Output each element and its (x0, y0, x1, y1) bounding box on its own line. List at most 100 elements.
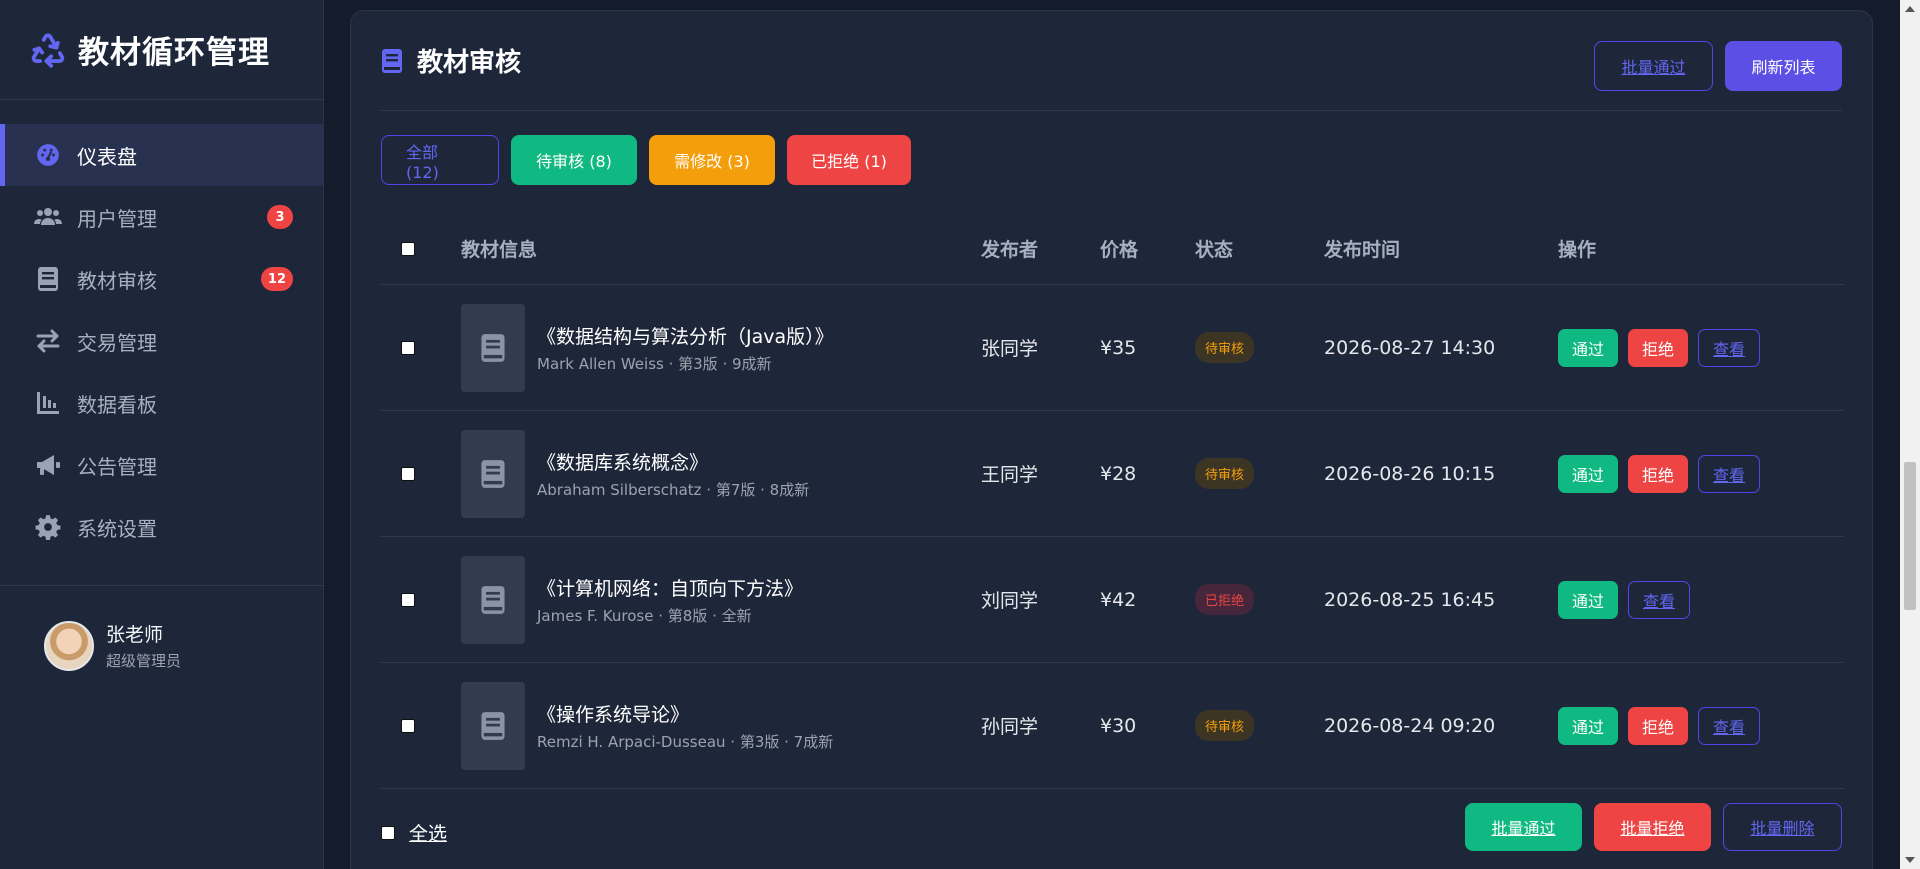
sidebar-item-label: 公告管理 (77, 454, 157, 479)
page-title: 教材审核 (417, 48, 522, 78)
book-title[interactable]: 《数据结构与算法分析（Java版）》 (537, 322, 834, 349)
user-name: 张老师 (106, 624, 164, 646)
view-button[interactable]: 查看 (1698, 328, 1761, 367)
filter-all[interactable]: 全部 (12) (381, 135, 499, 185)
scroll-down-icon[interactable] (1905, 857, 1915, 863)
filter-rejected[interactable]: 已拒绝 (1) (787, 135, 911, 185)
publisher: 张同学 (981, 338, 1039, 360)
select-all-checkbox-header[interactable] (401, 241, 415, 256)
table-row: 《计算机网络：自顶向下方法》 James F. Kurose · 第8版 · 全… (381, 537, 1844, 663)
sidebar-item-dashboard[interactable]: 仪表盘 (0, 124, 323, 186)
table-row: 《数据结构与算法分析（Java版）》 Mark Allen Weiss · 第3… (381, 285, 1844, 411)
sidebar-item-users[interactable]: 用户管理 3 (0, 186, 323, 248)
book-meta: Remzi H. Arpaci-Dusseau · 第3版 · 7成新 (537, 732, 834, 751)
filter-needs-revision[interactable]: 需修改 (3) (649, 135, 775, 185)
header-price: 价格 (1100, 239, 1139, 261)
app-title: 教材循环管理 (78, 35, 270, 71)
book-cover-icon (461, 555, 525, 644)
bulk-actions: 批量通过 批量拒绝 批量删除 (1465, 803, 1842, 851)
row-actions: 通过 拒绝 查看 (1558, 663, 1770, 788)
header-status: 状态 (1195, 239, 1234, 261)
user-profile[interactable]: 张老师 超级管理员 (44, 620, 181, 671)
view-button[interactable]: 查看 (1698, 706, 1761, 745)
row-checkbox[interactable] (401, 592, 415, 607)
publisher: 王同学 (981, 464, 1039, 486)
price: ¥30 (1100, 714, 1137, 737)
reject-button[interactable]: 拒绝 (1628, 454, 1689, 493)
sidebar-item-announcements[interactable]: 公告管理 (0, 434, 323, 496)
approve-button[interactable]: 通过 (1558, 328, 1619, 367)
status-badge: 待审核 (1195, 710, 1255, 741)
publish-time: 2026-08-26 10:15 (1324, 462, 1496, 485)
header-info: 教材信息 (461, 239, 538, 261)
approve-button[interactable]: 通过 (1558, 706, 1619, 745)
sidebar-item-label: 系统设置 (77, 516, 157, 541)
sidebar: 教材循环管理 仪表盘 用户管理 3 教材审核 12 交易管理 数据看板 公告管理… (0, 0, 324, 869)
price: ¥28 (1100, 462, 1137, 485)
reject-button[interactable]: 拒绝 (1628, 328, 1689, 367)
textbook-review-card: 教材审核 批量通过 刷新列表 全部 (12) 待审核 (8) 需修改 (3) 已… (350, 10, 1873, 869)
sidebar-divider (0, 585, 323, 586)
sidebar-item-label: 用户管理 (77, 206, 157, 231)
reject-button[interactable]: 拒绝 (1628, 706, 1689, 745)
table-header: 教材信息 发布者 价格 状态 发布时间 操作 (381, 213, 1844, 285)
book-meta: James F. Kurose · 第8版 · 全新 (537, 606, 752, 625)
select-all-label: 全选 (409, 823, 448, 845)
header-checkbox-cell (401, 213, 415, 284)
sidebar-item-settings[interactable]: 系统设置 (0, 496, 323, 558)
publish-time: 2026-08-24 09:20 (1324, 714, 1496, 737)
book-meta: Abraham Silberschatz · 第7版 · 8成新 (537, 480, 810, 499)
textbook-info: 《操作系统导论》 Remzi H. Arpaci-Dusseau · 第3版 ·… (461, 663, 833, 788)
status-badge: 待审核 (1195, 332, 1255, 363)
sidebar-item-transactions[interactable]: 交易管理 (0, 310, 323, 372)
row-actions: 通过 拒绝 查看 (1558, 285, 1770, 410)
textbook-table: 教材信息 发布者 价格 状态 发布时间 操作 《数据结构与算法分析（Java版）… (381, 213, 1844, 789)
filter-pending[interactable]: 待审核 (8) (511, 135, 637, 185)
price: ¥35 (1100, 336, 1137, 359)
view-button[interactable]: 查看 (1698, 454, 1761, 493)
textbook-info: 《数据结构与算法分析（Java版）》 Mark Allen Weiss · 第3… (461, 285, 834, 410)
status-badge: 待审核 (1195, 458, 1255, 489)
textbook-info: 《计算机网络：自顶向下方法》 James F. Kurose · 第8版 · 全… (461, 537, 803, 662)
count-badge: 3 (267, 205, 293, 229)
book-title[interactable]: 《操作系统导论》 (537, 700, 833, 727)
row-checkbox[interactable] (401, 718, 415, 733)
scrollbar-thumb[interactable] (1904, 462, 1916, 610)
view-button[interactable]: 查看 (1628, 580, 1691, 619)
megaphone-icon (34, 451, 62, 479)
batch-reject-button[interactable]: 批量拒绝 (1594, 803, 1711, 851)
book-cover-icon (461, 303, 525, 392)
chart-icon (34, 389, 62, 417)
sidebar-item-label: 教材审核 (77, 268, 157, 293)
row-checkbox-cell (401, 663, 415, 788)
sidebar-nav: 仪表盘 用户管理 3 教材审核 12 交易管理 数据看板 公告管理 系统设置 (0, 124, 323, 558)
sidebar-item-data-board[interactable]: 数据看板 (0, 372, 323, 434)
publish-time: 2026-08-27 14:30 (1324, 336, 1496, 359)
page-scrollbar[interactable] (1900, 0, 1920, 869)
status-badge: 已拒绝 (1195, 584, 1255, 615)
select-all[interactable]: 全选 (381, 819, 447, 846)
price: ¥42 (1100, 588, 1137, 611)
sidebar-item-textbook-review[interactable]: 教材审核 12 (0, 248, 323, 310)
book-cover-icon (461, 681, 525, 770)
batch-approve-header-button[interactable]: 批量通过 (1594, 41, 1713, 91)
publisher: 孙同学 (981, 716, 1039, 738)
publisher: 刘同学 (981, 590, 1039, 612)
textbook-info: 《数据库系统概念》 Abraham Silberschatz · 第7版 · 8… (461, 411, 809, 536)
row-checkbox-cell (401, 411, 415, 536)
batch-approve-button[interactable]: 批量通过 (1465, 803, 1582, 851)
user-role: 超级管理员 (106, 652, 182, 670)
sidebar-item-label: 交易管理 (77, 330, 157, 355)
refresh-list-button[interactable]: 刷新列表 (1725, 41, 1842, 91)
row-actions: 通过 查看 (1558, 537, 1700, 662)
scroll-up-icon[interactable] (1905, 6, 1915, 12)
approve-button[interactable]: 通过 (1558, 454, 1619, 493)
book-title[interactable]: 《数据库系统概念》 (537, 448, 809, 475)
select-all-checkbox[interactable] (381, 825, 395, 840)
row-checkbox[interactable] (401, 340, 415, 355)
book-title[interactable]: 《计算机网络：自顶向下方法》 (537, 574, 803, 601)
approve-button[interactable]: 通过 (1558, 580, 1619, 619)
row-checkbox[interactable] (401, 466, 415, 481)
row-actions: 通过 拒绝 查看 (1558, 411, 1770, 536)
batch-delete-button[interactable]: 批量删除 (1723, 803, 1842, 851)
